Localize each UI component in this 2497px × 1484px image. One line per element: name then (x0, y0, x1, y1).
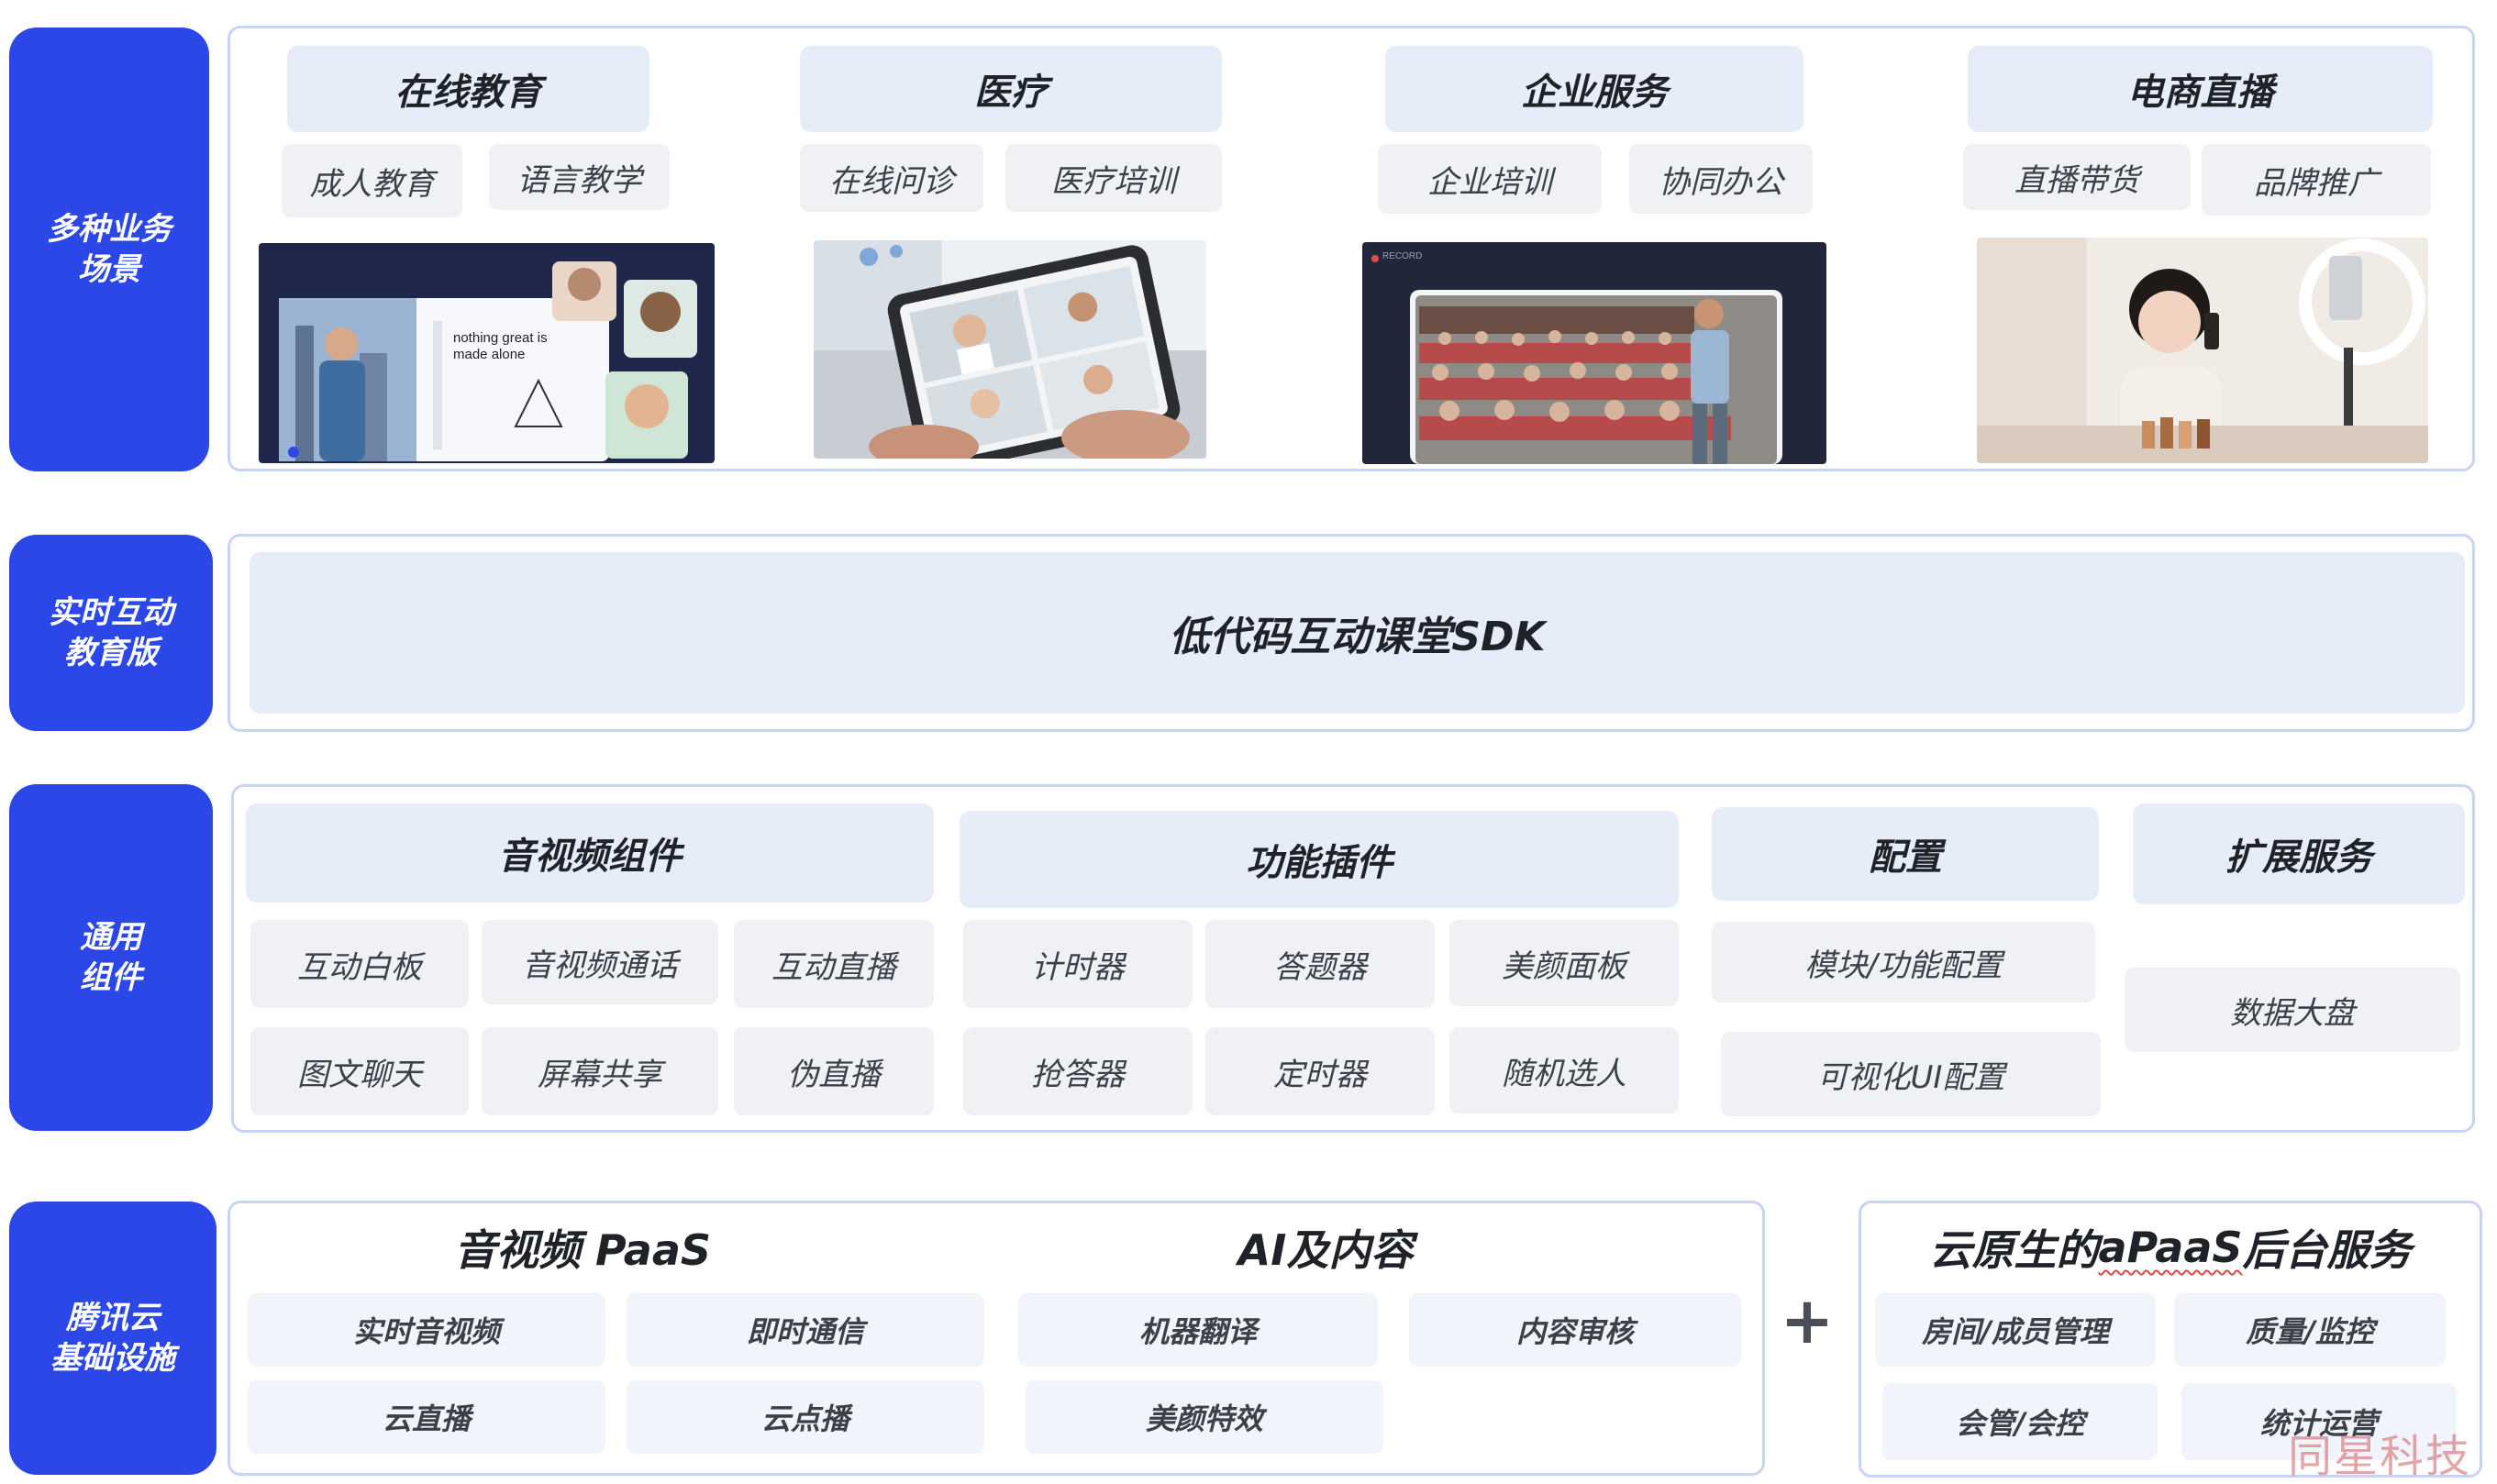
apaas-item-room: 房间/成员管理 (1875, 1293, 2156, 1367)
online-class-image: nothing great is made alone (259, 243, 715, 463)
paas-title: 音视频 PaaS (454, 1225, 711, 1275)
scenario-tag-brand-promo: 品牌推广 (2202, 144, 2431, 216)
plugin-item-random-pick: 随机选人 (1449, 1027, 1679, 1113)
medical-tablet-image (814, 240, 1206, 459)
auditorium-image: RECORD (1362, 242, 1826, 464)
av-item-chat: 图文聊天 (250, 1027, 469, 1115)
row-label-scenarios: 多种业务 场景 (9, 28, 209, 471)
row-label-components: 通用 组件 (9, 784, 213, 1131)
ai-title: AI及内容 (1237, 1225, 1414, 1275)
plugin-item-rush-answer: 抢答器 (963, 1027, 1193, 1115)
scenario-tag-consultation: 在线问诊 (800, 144, 983, 212)
paas-item-vod: 云点播 (627, 1380, 984, 1454)
ext-item-dashboard: 数据大盘 (2125, 968, 2460, 1052)
scenario-title-education: 在线教育 (287, 46, 649, 132)
config-title: 配置 (1712, 807, 2099, 901)
plugin-item-scheduler: 定时器 (1205, 1027, 1435, 1115)
plugins-title: 功能插件 (960, 811, 1679, 908)
av-item-screen-share: 屏幕共享 (482, 1027, 718, 1115)
ai-item-translation: 机器翻译 (1018, 1293, 1378, 1367)
av-components-title: 音视频组件 (246, 803, 934, 903)
apaas-title-mark: aPaaS (2098, 1223, 2243, 1272)
scenario-tag-enterprise-training: 企业培训 (1378, 144, 1602, 214)
scenario-tag-live-selling: 直播带货 (1963, 144, 2191, 210)
apaas-title-pre: 云原生的 (1929, 1225, 2099, 1275)
record-label: RECORD (1382, 251, 1423, 261)
ext-services-title: 扩展服务 (2133, 803, 2465, 904)
scenario-tag-language: 语言教学 (489, 144, 670, 210)
row-label-edition: 实时互动 教育版 (9, 535, 213, 731)
apaas-title: 云原生的 aPaaS 后台服务 (1871, 1215, 2469, 1279)
livestream-image (1977, 238, 2428, 463)
config-item-module: 模块/功能配置 (1712, 922, 2095, 1002)
plugin-item-quiz: 答题器 (1205, 920, 1435, 1008)
paas-item-live: 云直播 (248, 1380, 605, 1454)
scenario-tag-medical-training: 医疗培训 (1005, 144, 1222, 212)
scenario-title-enterprise: 企业服务 (1385, 46, 1803, 132)
av-item-whiteboard: 互动白板 (250, 920, 469, 1008)
plus-icon: + (1780, 1283, 1835, 1358)
config-item-visual-ui: 可视化UI配置 (1721, 1032, 2101, 1116)
av-item-pseudo-live: 伪直播 (734, 1027, 934, 1115)
apaas-item-quality: 质量/监控 (2174, 1293, 2446, 1367)
apaas-item-meeting: 会管/会控 (1882, 1383, 2158, 1460)
paas-item-im: 即时通信 (627, 1293, 984, 1367)
ai-item-beauty-effects: 美颜特效 (1026, 1380, 1383, 1454)
row-label-infra: 腾讯云 基础设施 (9, 1202, 216, 1475)
av-item-live: 互动直播 (734, 920, 934, 1008)
whiteboard-text: nothing great is made alone (453, 330, 548, 362)
scenario-title-medical: 医疗 (800, 46, 1222, 132)
plugin-item-timer: 计时器 (963, 920, 1193, 1008)
av-item-call: 音视频通话 (482, 920, 718, 1004)
watermark-text: 同星科技 (2288, 1431, 2472, 1482)
scenario-title-ecommerce: 电商直播 (1968, 46, 2433, 132)
apaas-title-post: 后台服务 (2242, 1225, 2412, 1275)
paas-item-trtc: 实时音视频 (248, 1293, 605, 1367)
plugin-item-beauty: 美颜面板 (1449, 920, 1679, 1006)
sdk-banner: 低代码互动课堂SDK (250, 552, 2465, 714)
scenario-tag-collaboration: 协同办公 (1629, 144, 1813, 214)
scenario-tag-adult-education: 成人教育 (282, 144, 462, 217)
ai-item-moderation: 内容审核 (1409, 1293, 1741, 1367)
